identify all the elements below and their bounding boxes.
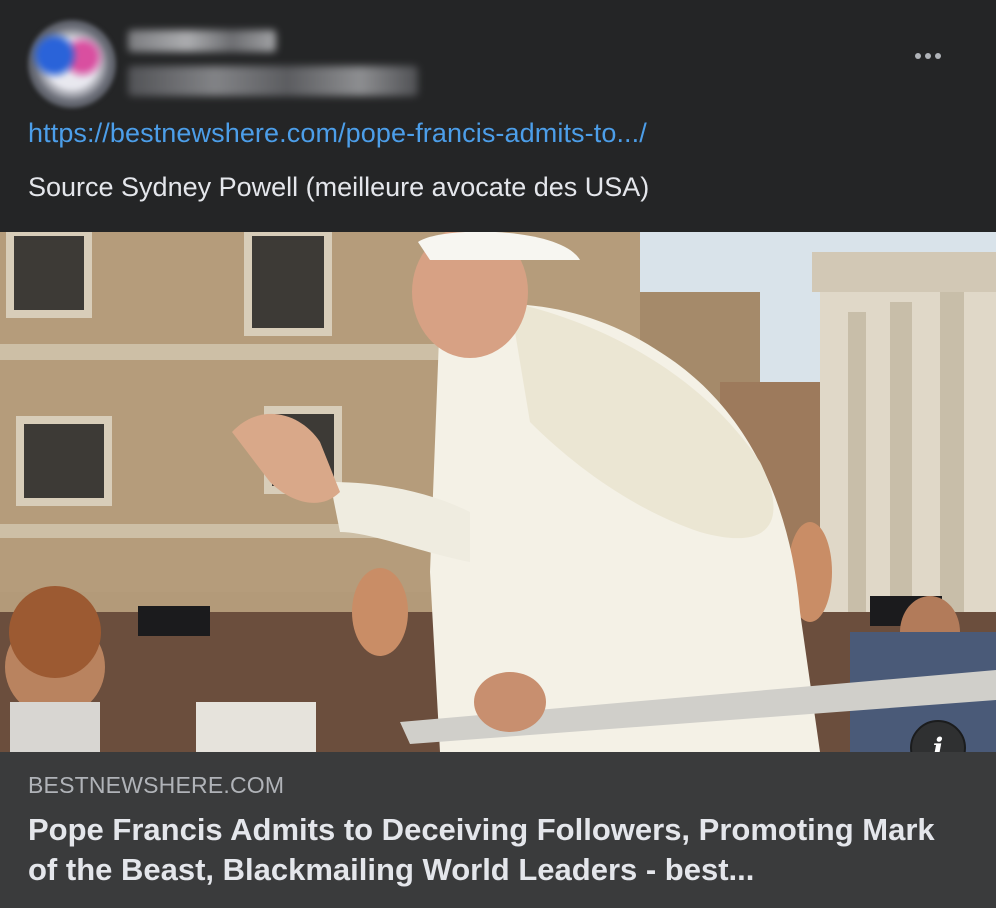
blurred-author-name	[128, 30, 276, 52]
link-preview-title[interactable]: Pope Francis Admits to Deceiving Followe…	[28, 810, 958, 890]
avatar[interactable]	[28, 20, 116, 108]
link-preview-footer[interactable]: BESTNEWSHERE.COM Pope Francis Admits to …	[0, 752, 996, 908]
link-preview-image[interactable]	[0, 232, 996, 752]
post-caption: Source Sydney Powell (meilleure avocate …	[28, 172, 650, 202]
more-options-icon	[915, 53, 941, 59]
post-header: https://bestnewshere.com/pope-francis-ad…	[0, 0, 996, 232]
link-preview-domain: BESTNEWSHERE.COM	[28, 772, 285, 798]
blurred-post-meta	[128, 66, 418, 96]
post-link[interactable]: https://bestnewshere.com/pope-francis-ad…	[28, 118, 647, 149]
more-options-button[interactable]	[906, 44, 950, 68]
